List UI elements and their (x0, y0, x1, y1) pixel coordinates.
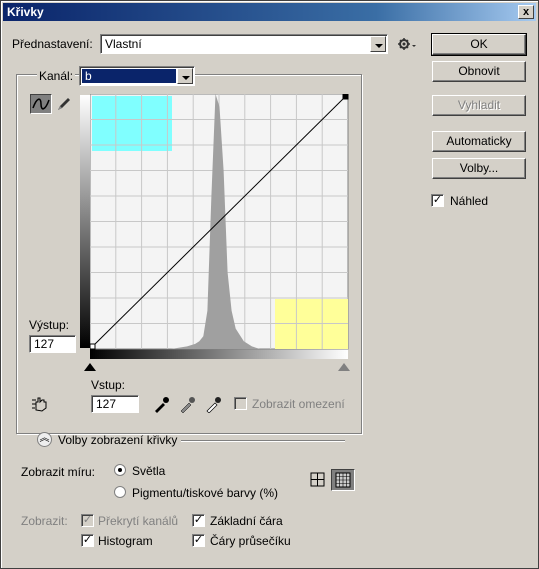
white-point-slider[interactable] (338, 363, 350, 371)
preset-value: Vlastní (105, 37, 142, 51)
input-label: Vstup: (91, 378, 126, 392)
output-field[interactable]: 127 (29, 335, 76, 353)
curve-graph[interactable] (90, 94, 349, 350)
channel-select[interactable]: b (79, 66, 195, 86)
reset-button[interactable]: Obnovit (432, 61, 526, 82)
chevron-down-icon[interactable] (370, 36, 386, 52)
preset-label: Přednastavení: (12, 37, 93, 51)
preset-select[interactable]: Vlastní (100, 34, 388, 54)
output-value: 127 (34, 337, 55, 351)
pencil-icon[interactable] (55, 95, 73, 113)
show-clipping-checkbox[interactable] (234, 397, 247, 410)
simple-grid-icon[interactable] (308, 470, 328, 490)
ok-button[interactable]: OK (431, 33, 527, 56)
preview-label: Náhled (450, 194, 489, 208)
curve-display-options-label: Volby zobrazení křivky (58, 433, 178, 447)
cyan-corner-patch (92, 96, 172, 151)
intersection-lines-label: Čáry průsečíku (210, 534, 291, 548)
black-point-slider[interactable] (84, 363, 96, 371)
curves-dialog: Křivky x Přednastavení: Vlastní OK Obnov… (0, 0, 539, 569)
show-amount-label: Zobrazit míru: (21, 465, 96, 479)
channel-label: Kanál: (37, 69, 76, 83)
auto-button[interactable]: Automaticky (432, 131, 526, 152)
window-title: Křivky (7, 5, 44, 19)
input-gradient-bar (90, 349, 348, 359)
histogram-label: Histogram (98, 534, 153, 548)
curve-point[interactable] (342, 94, 349, 100)
separator-line (181, 440, 345, 442)
curve-tool-icon[interactable] (30, 94, 52, 114)
pigment-radio[interactable] (114, 486, 126, 498)
curve-point[interactable] (90, 343, 96, 350)
gear-icon[interactable] (397, 36, 417, 52)
baseline-checkbox[interactable]: ✓ (192, 514, 205, 527)
chevron-down-icon[interactable] (177, 68, 193, 84)
light-radio[interactable] (114, 464, 126, 476)
input-field[interactable]: 127 (91, 395, 139, 413)
detailed-grid-icon[interactable] (331, 469, 355, 491)
light-radio-label: Světla (132, 464, 166, 478)
hand-adjust-icon[interactable] (30, 394, 52, 414)
title-bar[interactable]: Křivky x (3, 3, 536, 21)
show-clipping-label: Zobrazit omezení (252, 397, 345, 411)
channel-value: b (82, 69, 176, 83)
baseline-label: Základní čára (210, 514, 283, 528)
gray-eyedropper-icon[interactable] (178, 395, 196, 414)
collapse-toggle-icon[interactable]: ︽ (37, 432, 52, 447)
options-button[interactable]: Volby... (432, 158, 526, 179)
preview-checkbox[interactable]: ✓ (431, 194, 444, 207)
output-label: Výstup: (29, 318, 70, 332)
input-value: 127 (96, 397, 117, 411)
output-gradient-bar (80, 95, 90, 348)
intersection-lines-checkbox[interactable]: ✓ (192, 534, 205, 547)
close-button[interactable]: x (518, 5, 534, 19)
show-label: Zobrazit: (21, 514, 68, 528)
white-eyedropper-icon[interactable] (204, 395, 222, 414)
channel-overlays-checkbox[interactable]: ✓ (81, 514, 94, 527)
histogram-checkbox[interactable]: ✓ (81, 534, 94, 547)
black-eyedropper-icon[interactable] (152, 395, 170, 413)
pigment-radio-label: Pigmentu/tiskové barvy (%) (132, 486, 279, 500)
channel-overlays-label: Překrytí kanálů (98, 514, 179, 528)
smooth-button[interactable]: Vyhladit (432, 95, 526, 116)
